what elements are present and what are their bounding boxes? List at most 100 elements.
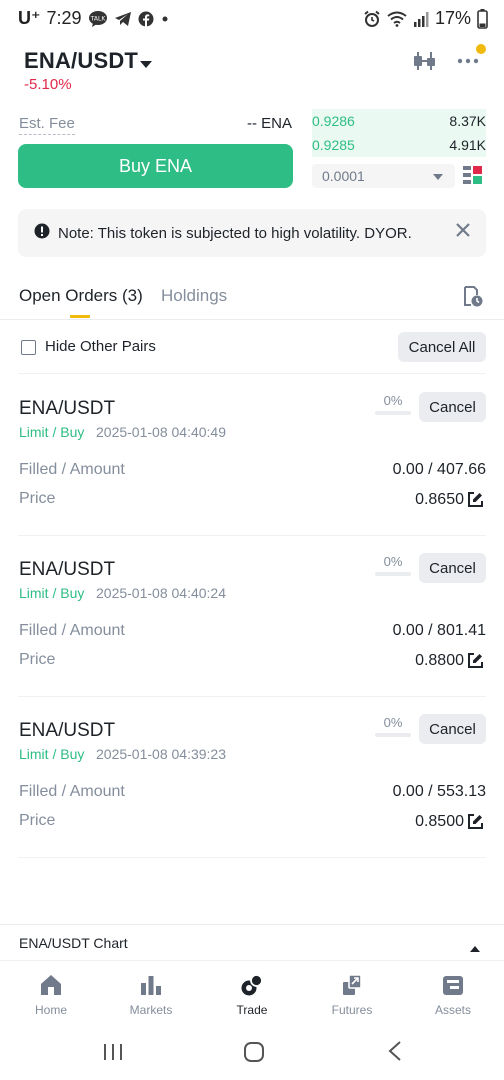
- order-fill-percent: 0%: [383, 715, 403, 730]
- price-value: 0.8650: [415, 491, 464, 508]
- more-options-icon[interactable]: [456, 50, 480, 77]
- carrier-label: U⁺: [18, 8, 41, 28]
- filled-amount-value: 0.00 / 407.66: [392, 461, 486, 478]
- chart-toggle-bar[interactable]: ENA/USDT Chart: [0, 924, 504, 960]
- cancel-all-button[interactable]: Cancel All: [398, 332, 486, 362]
- active-tab-indicator: [70, 315, 90, 318]
- svg-text:TALK: TALK: [89, 15, 106, 22]
- hide-other-pairs-label[interactable]: Hide Other Pairs: [45, 338, 156, 355]
- signal-icon: [413, 11, 429, 27]
- est-fee-value: -- ENA: [247, 115, 292, 132]
- nav-assets-label: Assets: [434, 1003, 471, 1017]
- order-time: 2025-01-08 04:40:24: [96, 585, 226, 601]
- order-fill-bar: [375, 572, 411, 576]
- nav-futures-label: Futures: [331, 1003, 373, 1017]
- order-fill-bar: [375, 733, 411, 737]
- system-navigation-bar: [0, 1024, 504, 1080]
- edit-price-icon[interactable]: [468, 814, 483, 834]
- markets-icon: [111, 973, 191, 997]
- order-card: ENA/USDT Limit / Buy 2025-01-08 04:40:49…: [0, 374, 504, 535]
- order-type: Limit / Buy: [19, 424, 85, 440]
- filled-amount-label: Filled / Amount: [19, 783, 125, 800]
- order-book-price: 0.9285: [312, 137, 355, 153]
- order-history-icon[interactable]: [462, 286, 484, 313]
- volatility-note-text: Note: This token is subjected to high vo…: [58, 224, 412, 242]
- filled-amount-value: 0.00 / 553.13: [392, 783, 486, 800]
- order-type: Limit / Buy: [19, 585, 85, 601]
- battery-percent: 17%: [434, 8, 471, 28]
- order-fill-percent: 0%: [383, 393, 403, 408]
- order-book-row[interactable]: 0.9285 4.91K: [312, 133, 486, 157]
- order-pair: ENA/USDT: [19, 398, 116, 419]
- nav-home[interactable]: Home: [11, 973, 91, 1017]
- home-button-icon[interactable]: [243, 1041, 265, 1068]
- chat-talk-icon: TALK: [88, 10, 108, 28]
- order-fill-bar: [375, 411, 411, 415]
- est-fee-label[interactable]: Est. Fee: [19, 115, 75, 135]
- order-book-layout-icon[interactable]: [463, 166, 483, 189]
- alarm-icon: [363, 10, 381, 28]
- status-bar-left: U⁺ 7:29 TALK: [18, 8, 170, 29]
- status-time: 7:29: [46, 8, 82, 28]
- trade-icon: [212, 973, 292, 997]
- cancel-order-button[interactable]: Cancel: [419, 553, 486, 583]
- order-type: Limit / Buy: [19, 746, 85, 762]
- cancel-order-button[interactable]: Cancel: [419, 392, 486, 422]
- order-pair: ENA/USDT: [19, 559, 116, 580]
- tab-open-orders[interactable]: Open Orders (3): [19, 286, 143, 306]
- buy-button[interactable]: Buy ENA: [18, 144, 293, 188]
- chart-toggle-label: ENA/USDT Chart: [19, 935, 128, 951]
- nav-assets[interactable]: Assets: [413, 973, 493, 1017]
- hide-other-pairs-checkbox[interactable]: [21, 340, 36, 355]
- chevron-down-icon: [433, 168, 443, 184]
- nav-trade[interactable]: Trade: [212, 973, 292, 1017]
- volatility-note: Note: This token is subjected to high vo…: [18, 209, 486, 257]
- facebook-icon: [138, 11, 154, 27]
- chevron-up-icon: [470, 939, 480, 957]
- filled-amount-label: Filled / Amount: [19, 461, 125, 478]
- price-value: 0.8800: [415, 652, 464, 669]
- edit-price-icon[interactable]: [468, 492, 483, 512]
- notification-dot-icon: [160, 14, 170, 24]
- pair-dropdown-caret-icon[interactable]: [140, 56, 152, 74]
- nav-markets-label: Markets: [129, 1003, 173, 1017]
- order-book-amount: 8.37K: [449, 113, 486, 129]
- battery-icon: [477, 8, 488, 29]
- home-icon: [11, 973, 91, 997]
- nav-futures[interactable]: Futures: [312, 973, 392, 1017]
- pair-title[interactable]: ENA/USDT: [24, 48, 138, 74]
- candlestick-chart-icon[interactable]: [412, 50, 438, 77]
- edit-price-icon[interactable]: [468, 653, 483, 673]
- order-divider: [18, 857, 486, 858]
- nav-trade-label: Trade: [236, 1003, 268, 1017]
- close-icon[interactable]: [456, 223, 470, 241]
- filled-amount-value: 0.00 / 801.41: [392, 622, 486, 639]
- order-time: 2025-01-08 04:40:49: [96, 424, 226, 440]
- cancel-order-button[interactable]: Cancel: [419, 714, 486, 744]
- status-bar: U⁺ 7:29 TALK 17%: [0, 0, 504, 40]
- order-book-amount: 4.91K: [449, 137, 486, 153]
- bottom-nav: Home Markets Trade Futures Assets: [0, 960, 504, 1024]
- tabs-divider: [0, 319, 504, 320]
- filled-amount-label: Filled / Amount: [19, 622, 125, 639]
- precision-value: 0.0001: [322, 168, 365, 184]
- price-value: 0.8500: [415, 813, 464, 830]
- nav-markets[interactable]: Markets: [111, 973, 191, 1017]
- order-pair: ENA/USDT: [19, 720, 116, 741]
- telegram-icon: [114, 11, 132, 27]
- price-change-percent: -5.10%: [24, 76, 72, 93]
- order-fill-percent: 0%: [383, 554, 403, 569]
- price-label: Price: [19, 812, 56, 829]
- recent-apps-icon[interactable]: [102, 1042, 124, 1067]
- order-book-price: 0.9286: [312, 113, 355, 129]
- precision-select[interactable]: 0.0001: [312, 164, 455, 188]
- info-alert-icon: [34, 223, 50, 243]
- order-book-row[interactable]: 0.9286 8.37K: [312, 109, 486, 133]
- tab-holdings[interactable]: Holdings: [161, 286, 227, 306]
- notification-badge: [476, 44, 486, 54]
- status-bar-right: 17%: [363, 8, 488, 29]
- nav-home-label: Home: [34, 1003, 67, 1017]
- assets-icon: [413, 973, 493, 997]
- back-icon[interactable]: [387, 1040, 403, 1067]
- wifi-icon: [387, 11, 407, 27]
